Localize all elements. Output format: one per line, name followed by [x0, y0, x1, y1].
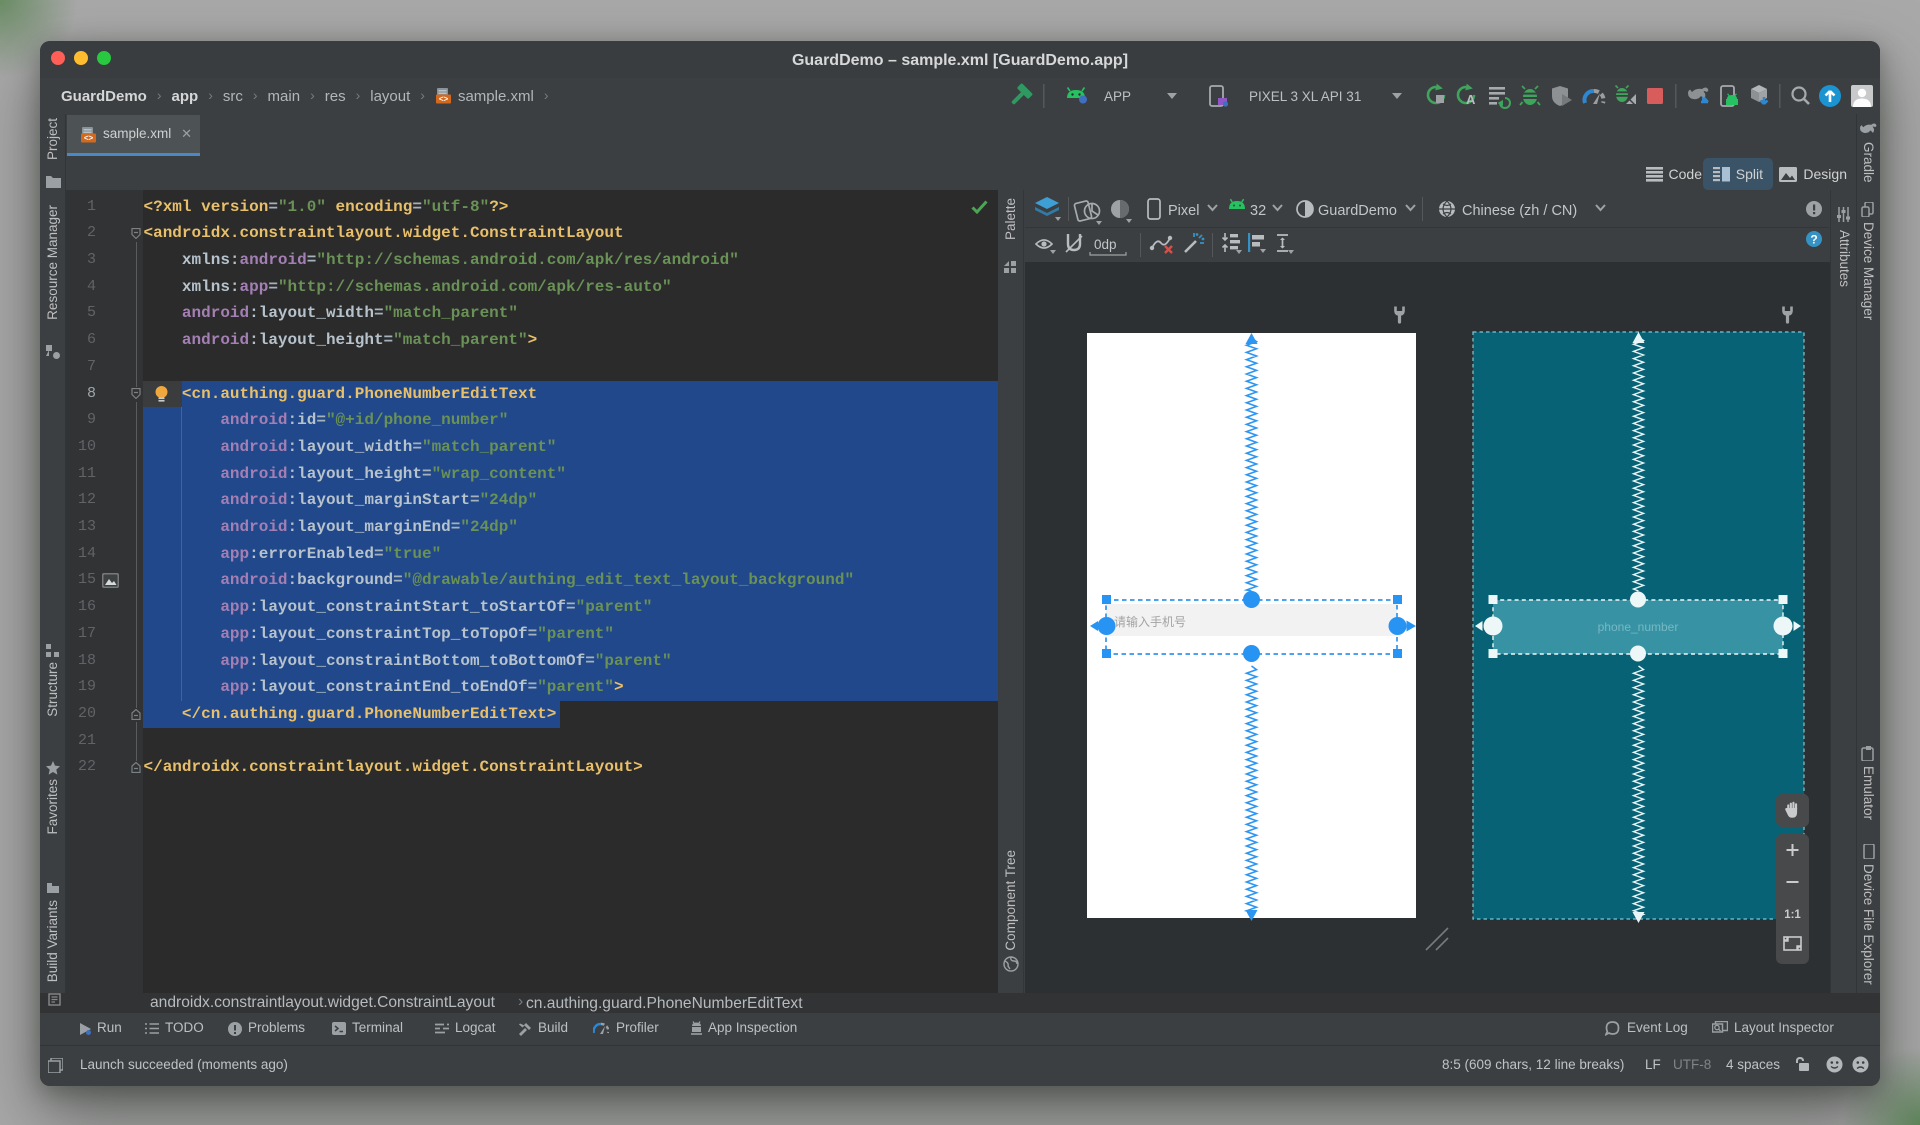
svg-text:0dp: 0dp	[1094, 237, 1117, 252]
svg-text:<>: <>	[439, 95, 449, 104]
svg-text:GuardDemo: GuardDemo	[1318, 203, 1397, 219]
svg-text:Chinese (zh / CN): Chinese (zh / CN)	[1462, 203, 1577, 219]
svg-text:A: A	[1466, 92, 1476, 107]
svg-text:<>: <>	[84, 134, 94, 143]
svg-text:APP: APP	[1104, 89, 1131, 104]
svg-text:?: ?	[1810, 233, 1817, 247]
svg-text:1:1: 1:1	[1784, 909, 1801, 921]
svg-text:32: 32	[1250, 203, 1266, 219]
svg-text:Pixel: Pixel	[1168, 203, 1199, 219]
svg-text:PIXEL 3 XL API 31: PIXEL 3 XL API 31	[1249, 89, 1361, 104]
